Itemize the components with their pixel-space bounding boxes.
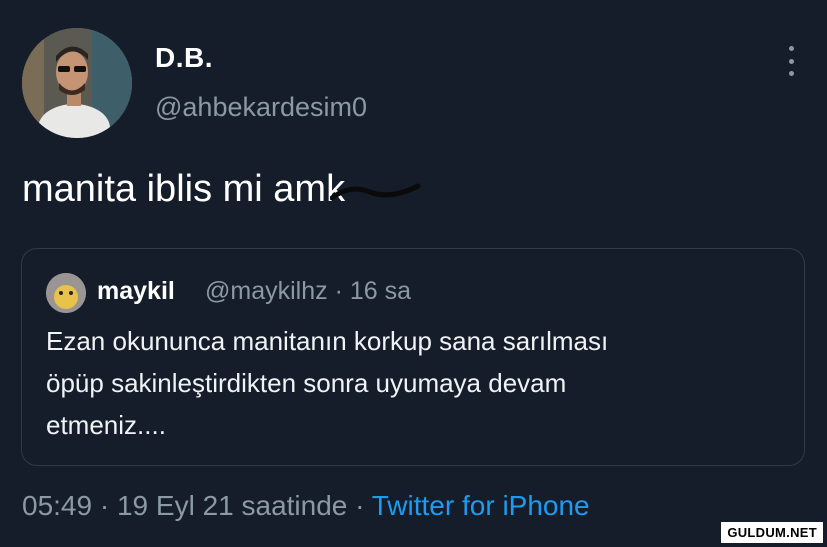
quoted-text-line: etmeniz.... <box>46 410 166 440</box>
quoted-text-line: öpüp sakinleştirdikten sonra uyumaya dev… <box>46 368 567 398</box>
dot <box>788 71 794 76</box>
quoted-meta: @maykilhz · 16 sa <box>205 277 411 306</box>
tweet-time[interactable]: 05:49 <box>22 490 92 521</box>
quoted-avatar-photo <box>46 273 86 313</box>
quoted-tweet-card[interactable]: maykil @maykilhz · 16 sa Ezan okununca m… <box>21 248 805 466</box>
author-avatar[interactable] <box>22 28 132 138</box>
author-name[interactable]: D.B. <box>155 42 213 74</box>
author-handle[interactable]: @ahbekardesim0 <box>155 92 367 123</box>
separator: · <box>355 490 365 521</box>
quoted-tweet-text: Ezan okununca manitanın korkup sana sarı… <box>46 320 786 446</box>
separator: · <box>334 277 343 305</box>
quoted-author-name[interactable]: maykil <box>97 277 175 306</box>
quoted-time[interactable]: 16 sa <box>350 277 411 305</box>
tweet-source-link[interactable]: Twitter for iPhone <box>372 490 590 521</box>
tweet-footer: 05:49 · 19 Eyl 21 saatinde · Twitter for… <box>22 490 590 522</box>
avatar-photo <box>22 28 132 138</box>
separator: · <box>99 490 110 521</box>
tweet-text: manita iblis mi amk <box>22 168 346 210</box>
quoted-avatar[interactable] <box>46 273 86 313</box>
dot <box>788 58 794 64</box>
tweet-date[interactable]: 19 Eyl 21 saatinde <box>117 490 347 521</box>
watermark-logo: GULDUM.NET <box>721 522 823 543</box>
more-vertical-icon[interactable] <box>786 46 796 76</box>
quoted-text-line: Ezan okununca manitanın korkup sana sarı… <box>46 326 609 356</box>
dot <box>788 46 794 51</box>
scribble-mark <box>330 183 421 201</box>
quoted-author-handle[interactable]: @maykilhz <box>205 277 328 305</box>
